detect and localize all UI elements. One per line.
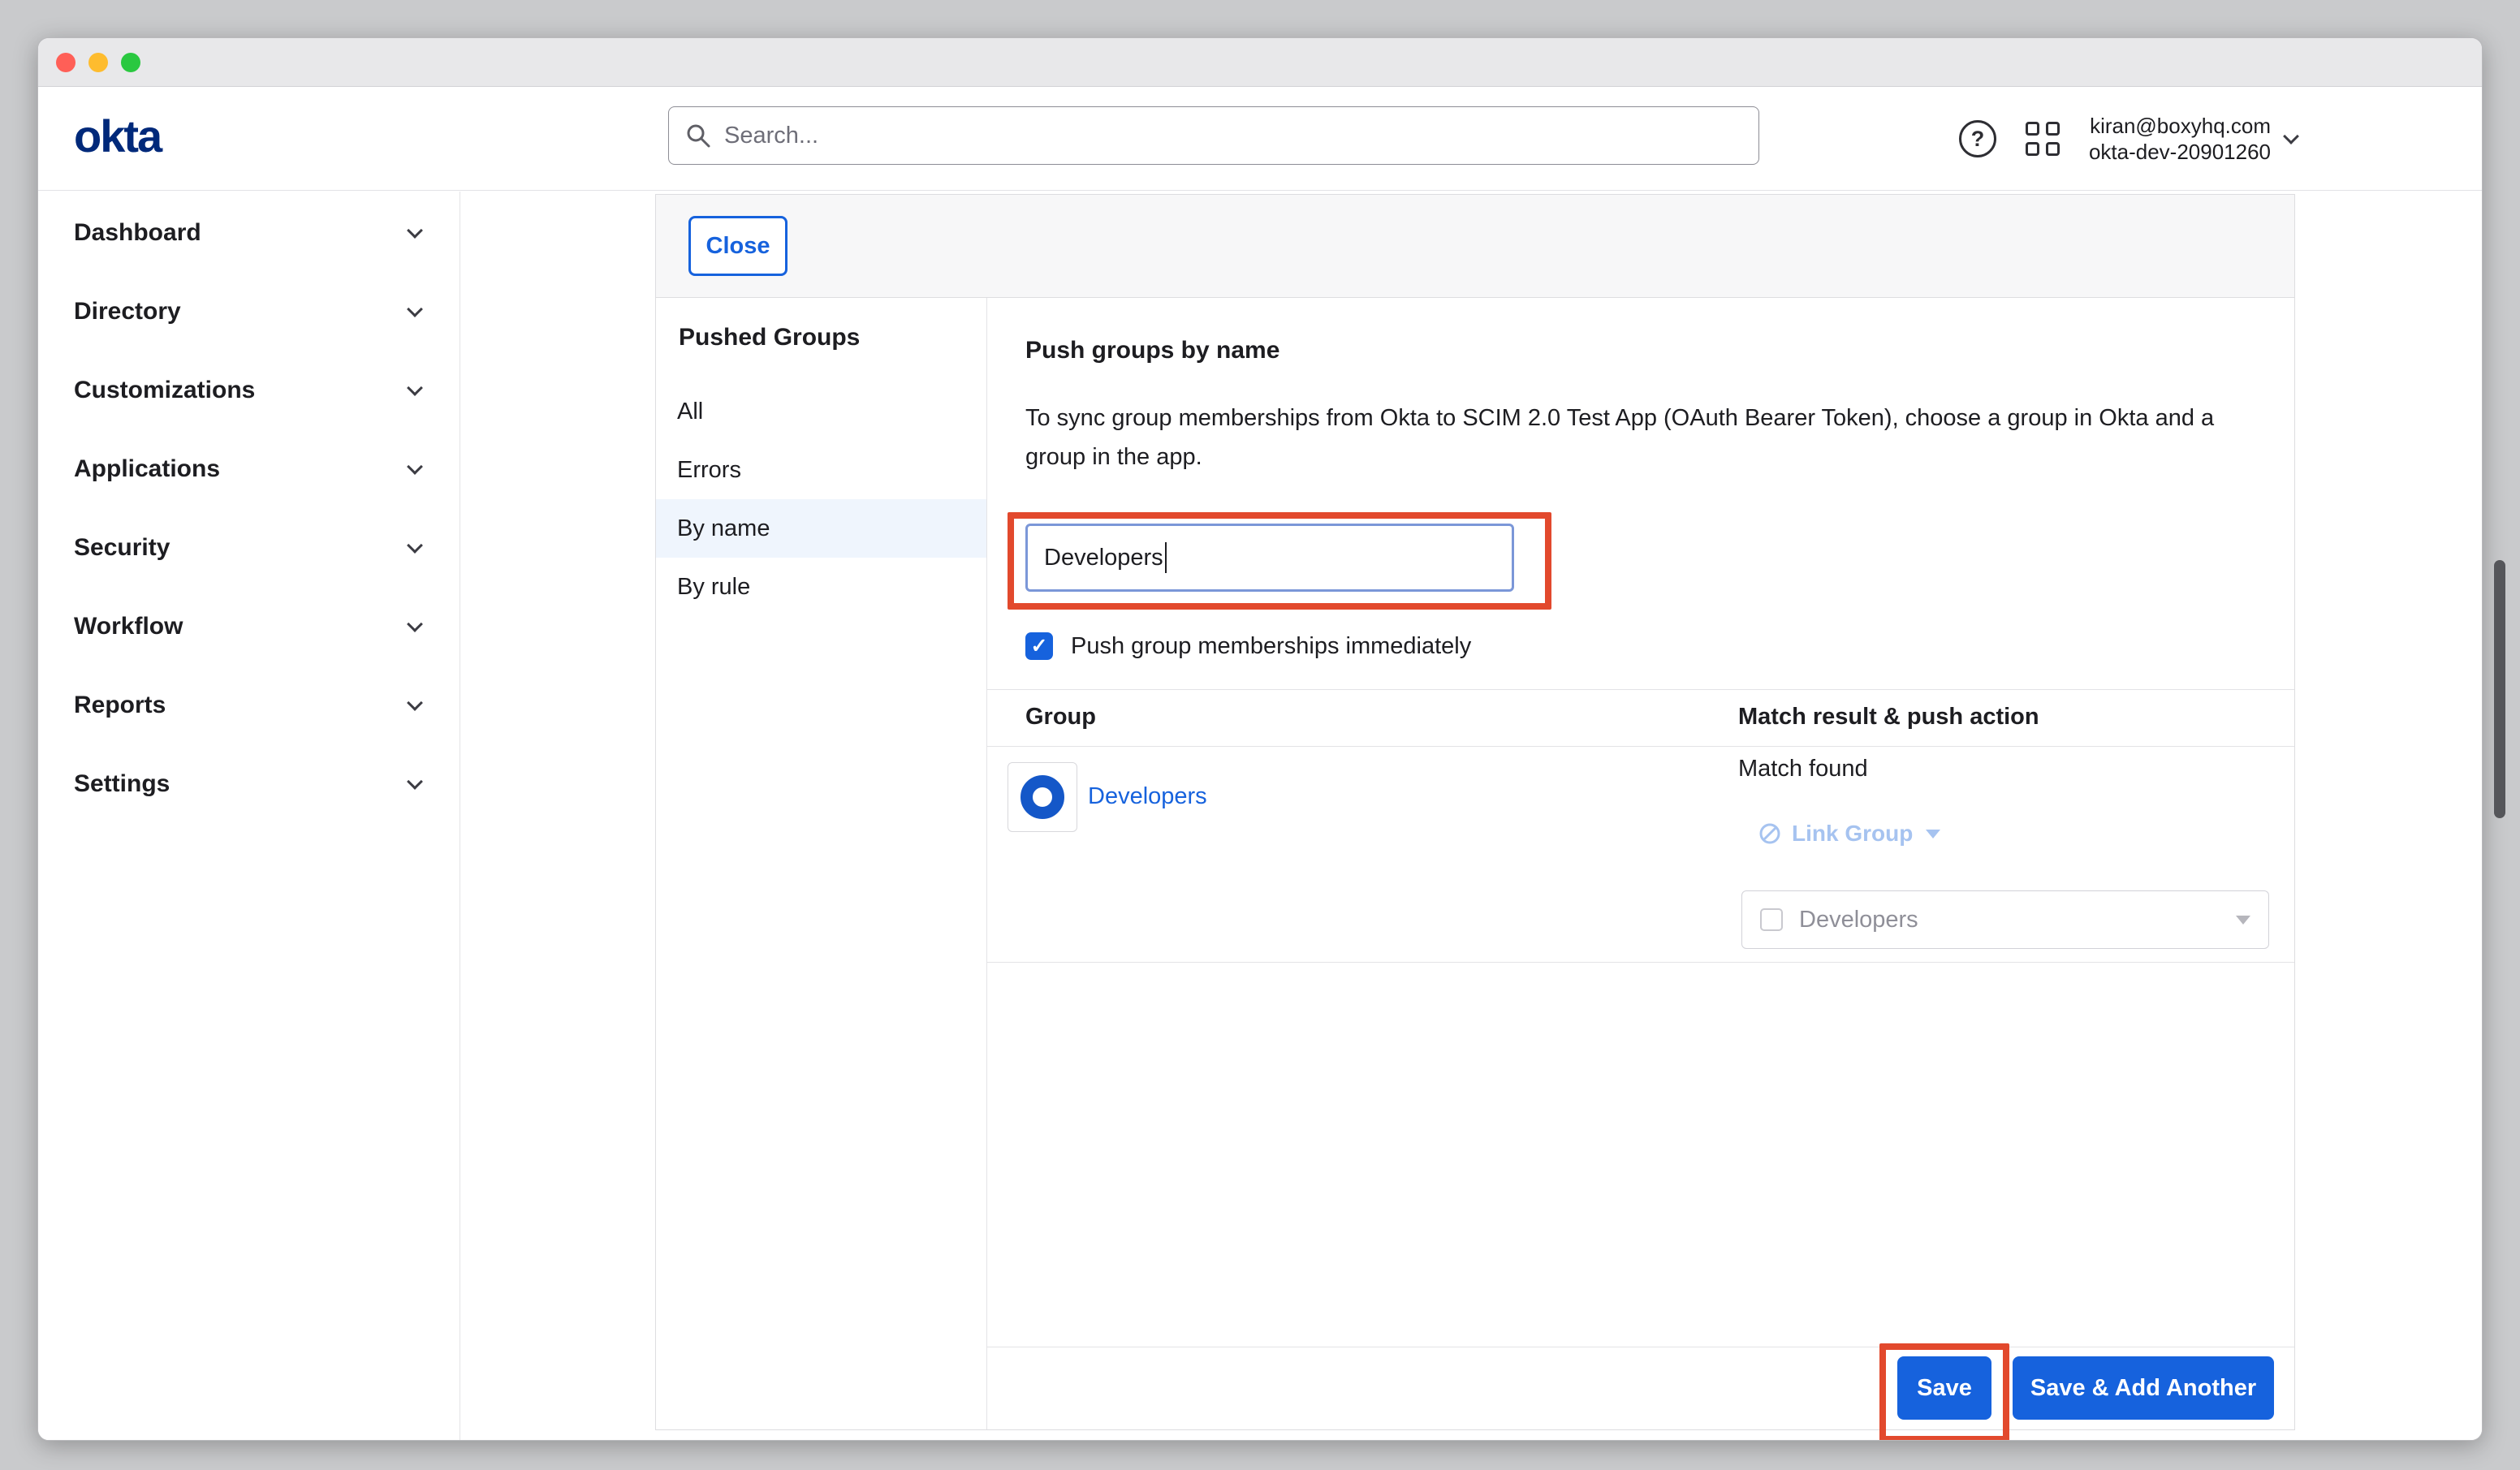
- group-name-input[interactable]: Developers: [1025, 524, 1514, 592]
- link-icon: [1758, 821, 1782, 846]
- push-immediately-checkbox[interactable]: [1025, 632, 1053, 660]
- text-cursor: [1165, 542, 1167, 573]
- search-icon: [685, 123, 711, 149]
- push-immediately-row: Push group memberships immediately: [1025, 632, 1471, 660]
- chevron-down-icon: [2283, 128, 2299, 144]
- account-org: okta-dev-20901260: [2089, 139, 2271, 165]
- okta-logo[interactable]: okta: [74, 110, 161, 162]
- table-header-border: [987, 746, 2294, 747]
- target-group-value: Developers: [1799, 907, 2220, 933]
- target-group-checkbox[interactable]: [1760, 908, 1783, 931]
- apps-grid-icon[interactable]: [2026, 122, 2060, 156]
- window-minimize-button[interactable]: [88, 53, 108, 72]
- subnav-item-all[interactable]: All: [656, 382, 986, 441]
- subnav-item-errors[interactable]: Errors: [656, 441, 986, 499]
- group-avatar: [1008, 762, 1077, 832]
- subnav-title: Pushed Groups: [679, 324, 860, 351]
- subnav-item-by-rule[interactable]: By rule: [656, 558, 986, 616]
- push-by-name-form: Push groups by name To sync group member…: [987, 298, 2294, 1429]
- window-close-button[interactable]: [56, 53, 76, 72]
- save-button[interactable]: Save: [1897, 1356, 1991, 1420]
- page-title: Push groups by name: [1025, 337, 1279, 364]
- pushed-groups-subnav: Pushed Groups All Errors By name By rule: [656, 298, 987, 1429]
- sidebar-item-applications[interactable]: Applications: [38, 429, 460, 508]
- chevron-down-icon: [407, 774, 423, 790]
- row-divider: [987, 962, 2294, 963]
- sidebar-item-dashboard[interactable]: Dashboard: [38, 193, 460, 272]
- link-group-label: Link Group: [1792, 821, 1913, 847]
- chevron-down-icon: [407, 695, 423, 711]
- column-header-group: Group: [1025, 704, 1096, 731]
- chevron-down-icon: [407, 380, 423, 396]
- vertical-scrollbar[interactable]: [2494, 560, 2505, 818]
- account-menu[interactable]: kiran@boxyhq.com okta-dev-20901260: [2089, 113, 2297, 165]
- search-input[interactable]: [724, 123, 1742, 149]
- chevron-down-icon: [1926, 830, 1940, 838]
- subnav-item-by-name[interactable]: By name: [656, 499, 986, 558]
- search-bar[interactable]: [668, 106, 1759, 165]
- header-actions: ? kiran@boxyhq.com okta-dev-20901260: [1959, 87, 2297, 191]
- help-icon[interactable]: ?: [1959, 120, 1996, 157]
- sidebar-item-directory[interactable]: Directory: [38, 272, 460, 351]
- push-immediately-label: Push group memberships immediately: [1071, 633, 1471, 660]
- group-name-input-value: Developers: [1044, 545, 1163, 571]
- sidebar-item-workflow[interactable]: Workflow: [38, 587, 460, 666]
- window-zoom-button[interactable]: [121, 53, 140, 72]
- app-header: okta ? kiran@boxyhq.com okta-dev-2090126…: [38, 87, 2482, 191]
- column-header-match: Match result & push action: [1738, 704, 2039, 731]
- table-top-border: [987, 689, 2294, 690]
- account-email: kiran@boxyhq.com: [2089, 113, 2271, 139]
- link-group-action[interactable]: Link Group: [1758, 821, 1940, 847]
- chevron-down-icon: [407, 459, 423, 475]
- match-status: Match found: [1738, 756, 1868, 782]
- save-add-another-button[interactable]: Save & Add Another: [2013, 1356, 2274, 1420]
- chevron-down-icon: [407, 222, 423, 239]
- sidebar-nav: Dashboard Directory Customizations Appli…: [38, 192, 460, 1440]
- page-description: To sync group memberships from Okta to S…: [1025, 399, 2251, 476]
- window-titlebar: [38, 38, 2482, 87]
- sidebar-item-customizations[interactable]: Customizations: [38, 351, 460, 429]
- main-content: Close Pushed Groups All Errors By name B…: [461, 192, 2482, 1440]
- browser-window: okta ? kiran@boxyhq.com okta-dev-2090126…: [37, 37, 2483, 1441]
- chevron-down-icon: [407, 301, 423, 317]
- okta-group-icon: [1021, 775, 1064, 819]
- chevron-down-icon: [407, 616, 423, 632]
- sidebar-item-settings[interactable]: Settings: [38, 744, 460, 823]
- chevron-down-icon: [407, 537, 423, 554]
- close-button[interactable]: Close: [688, 216, 788, 276]
- group-link[interactable]: Developers: [1088, 783, 1207, 810]
- chevron-down-icon: [2236, 916, 2250, 925]
- sidebar-item-reports[interactable]: Reports: [38, 666, 460, 744]
- sidebar-item-security[interactable]: Security: [38, 508, 460, 587]
- pushed-groups-panel: Pushed Groups All Errors By name By rule…: [655, 297, 2295, 1430]
- dialog-toolbar: Close: [655, 194, 2295, 298]
- target-group-select[interactable]: Developers: [1741, 890, 2269, 949]
